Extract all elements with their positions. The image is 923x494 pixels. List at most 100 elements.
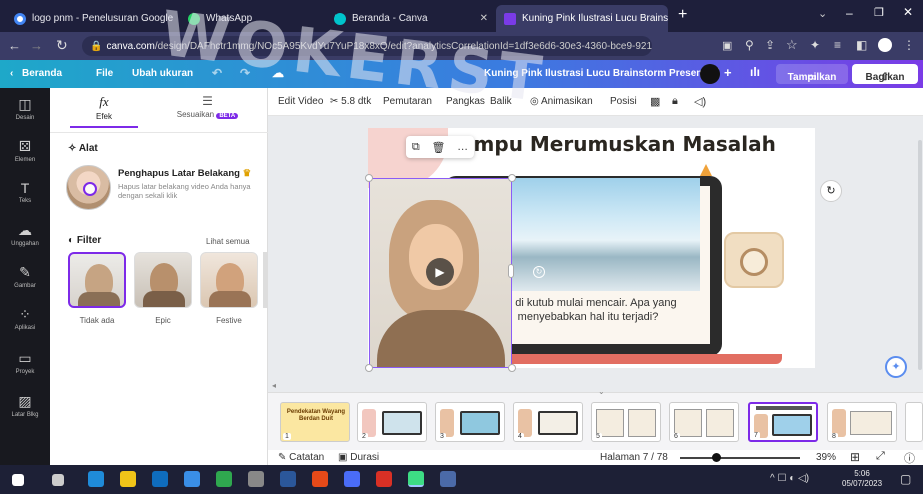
slide-title[interactable]: Mampu Merumuskan Masalah [428, 132, 788, 156]
trim-button[interactable]: ✂ 5.8 dtk [330, 96, 371, 107]
undo-icon[interactable]: ↶ [212, 66, 222, 80]
page-thumbnail-4[interactable]: 4 [513, 402, 583, 442]
store-icon[interactable] [184, 471, 200, 487]
playback-button[interactable]: Pemutaran [383, 96, 432, 107]
rail-item-design[interactable]: ◫ Desain [0, 96, 50, 121]
mail-icon[interactable] [152, 471, 168, 487]
doc-title[interactable]: Kuning Pink Ilustrasi Lucu Brainstorm Pr… [484, 68, 720, 79]
volume-icon[interactable]: ◁) [694, 95, 706, 108]
resize-handle[interactable] [508, 264, 514, 278]
clock[interactable]: 5:06 05/07/2023 [842, 469, 882, 489]
rail-item-draw[interactable]: ✎ Gambar [0, 264, 50, 289]
filter-festive[interactable] [200, 252, 258, 308]
help-icon[interactable]: ⓘ [904, 450, 915, 466]
forward-icon[interactable]: → [30, 38, 43, 53]
rail-item-elements[interactable]: ⚄ Elemen [0, 138, 50, 163]
zoom-value[interactable]: 39% [816, 452, 836, 463]
notification-icon[interactable]: ▢ [900, 472, 911, 486]
play-icon[interactable]: ▶ [426, 258, 454, 286]
page-thumbnail-2[interactable]: 2 [357, 402, 427, 442]
bg-remover-thumbnail[interactable] [66, 165, 111, 210]
firefox-icon[interactable] [312, 471, 328, 487]
pdf-icon[interactable] [376, 471, 392, 487]
insights-icon[interactable]: ılı [750, 65, 760, 79]
tray-icons[interactable]: ^ ☐ ◐ ◁) [770, 473, 809, 484]
duplicate-icon[interactable]: ⧉ [412, 141, 420, 154]
excel-icon[interactable] [216, 471, 232, 487]
rail-item-uploads[interactable]: ☁ Unggahan [0, 222, 50, 247]
url-field[interactable]: 🔒 canva.com/design/DAFhctr1mmg/NOc5A95Kv… [82, 36, 652, 56]
zoom-app-icon[interactable] [344, 471, 360, 487]
sidepanel-icon[interactable]: ◧ [856, 38, 867, 52]
page-thumbnail-6[interactable]: 6 [669, 402, 739, 442]
animate-button[interactable]: ◎ Animasikan [530, 96, 593, 107]
edit-video-button[interactable]: Edit Video [278, 96, 323, 107]
grid-view-icon[interactable]: ⊞ [850, 450, 860, 464]
more-icon[interactable]: … [457, 141, 468, 153]
tab-whatsapp[interactable]: WhatsApp ✕ [180, 5, 350, 32]
lock-icon[interactable]: 🔒︎ [672, 95, 678, 108]
page-thumbnail-9[interactable] [905, 402, 923, 442]
bookmark-icon[interactable]: ☆ [786, 37, 798, 53]
chevron-left-icon[interactable]: ‹ [10, 68, 13, 79]
page-thumbnail-8[interactable]: 8 [827, 402, 897, 442]
resize-handle[interactable] [508, 364, 516, 372]
cast-icon[interactable]: ▣ [722, 39, 732, 52]
filter-epic[interactable] [134, 252, 192, 308]
resize-button[interactable]: Ubah ukuran [132, 68, 193, 79]
fullscreen-icon[interactable]: ⤢ [876, 450, 885, 463]
add-collaborator-icon[interactable]: + [724, 65, 732, 80]
tab-adjust[interactable]: ☰ Sesuaikan BETA [160, 94, 255, 119]
filter-none[interactable] [68, 252, 126, 308]
task-view-icon[interactable] [52, 474, 64, 486]
tab-google[interactable]: logo pnm - Penelusuran Google ✕ [6, 5, 178, 32]
page-thumbnail-5[interactable]: 5 [591, 402, 661, 442]
resize-handle[interactable] [365, 364, 373, 372]
maximize-button[interactable]: ❐ [874, 6, 884, 19]
duration-button[interactable]: ▣ Durasi [338, 452, 379, 463]
share-button[interactable]: ⇧ Bagikan [852, 64, 918, 84]
magic-assistant-icon[interactable]: ✦ [885, 356, 907, 378]
page-thumbnail-3[interactable]: 3 [435, 402, 505, 442]
edge-icon[interactable] [88, 471, 104, 487]
extensions-icon[interactable]: ✦ [810, 38, 820, 52]
share-icon[interactable]: ⇪ [765, 38, 775, 52]
resize-handle[interactable] [365, 174, 373, 182]
window-close-button[interactable]: ✕ [903, 5, 913, 19]
vertical-scrollbar[interactable] [918, 140, 922, 370]
page-indicator[interactable]: Halaman 7 / 78 [600, 452, 668, 463]
redo-icon[interactable]: ↷ [240, 66, 250, 80]
trash-icon[interactable]: 🗑︎ [431, 141, 445, 154]
zoom-slider-knob[interactable] [712, 453, 721, 462]
rotate-icon[interactable]: ↻ [820, 180, 842, 202]
close-icon[interactable]: ✕ [480, 13, 488, 24]
word-icon[interactable] [280, 471, 296, 487]
bg-remover-title[interactable]: Penghapus Latar Belakang ♛ [118, 168, 251, 179]
user-avatar[interactable] [700, 64, 720, 84]
collapse-icon[interactable]: ⌄ [598, 387, 605, 396]
menu-icon[interactable]: ⋮ [903, 38, 915, 52]
chrome-icon[interactable] [408, 471, 424, 487]
tab-effects[interactable]: fx Efek [70, 94, 138, 121]
tab-canva-home[interactable]: Beranda - Canva ✕ [326, 5, 496, 32]
home-button[interactable]: Beranda [22, 68, 62, 79]
zoom-icon[interactable]: ⚲ [745, 38, 754, 52]
notes-button[interactable]: ✎ Catatan [278, 452, 324, 463]
transparency-icon[interactable]: ▩ [650, 95, 660, 108]
start-icon[interactable] [12, 474, 24, 486]
flip-button[interactable]: Balik [490, 96, 512, 107]
position-button[interactable]: Posisi [610, 96, 637, 107]
rail-item-apps[interactable]: ⁘ Aplikasi [0, 306, 50, 331]
crop-button[interactable]: Pangkas [446, 96, 485, 107]
resize-handle[interactable] [508, 174, 516, 182]
present-button[interactable]: ▭ Tampilkan [776, 64, 848, 84]
tab-canva-design[interactable]: Kuning Pink Ilustrasi Lucu Brainst ✕ [496, 5, 668, 32]
file-menu[interactable]: File [96, 68, 113, 79]
rotate-handle-icon[interactable]: ↻ [533, 266, 545, 278]
zoom-slider-track[interactable] [680, 457, 800, 459]
back-icon[interactable]: ← [8, 38, 21, 53]
settings-icon[interactable] [248, 471, 264, 487]
tab-search-icon[interactable]: ⌄ [818, 7, 827, 20]
profile-avatar[interactable] [878, 38, 892, 52]
page-thumbnail-1[interactable]: Pendekatan Wayang Berdan Duit 1 [280, 402, 350, 442]
